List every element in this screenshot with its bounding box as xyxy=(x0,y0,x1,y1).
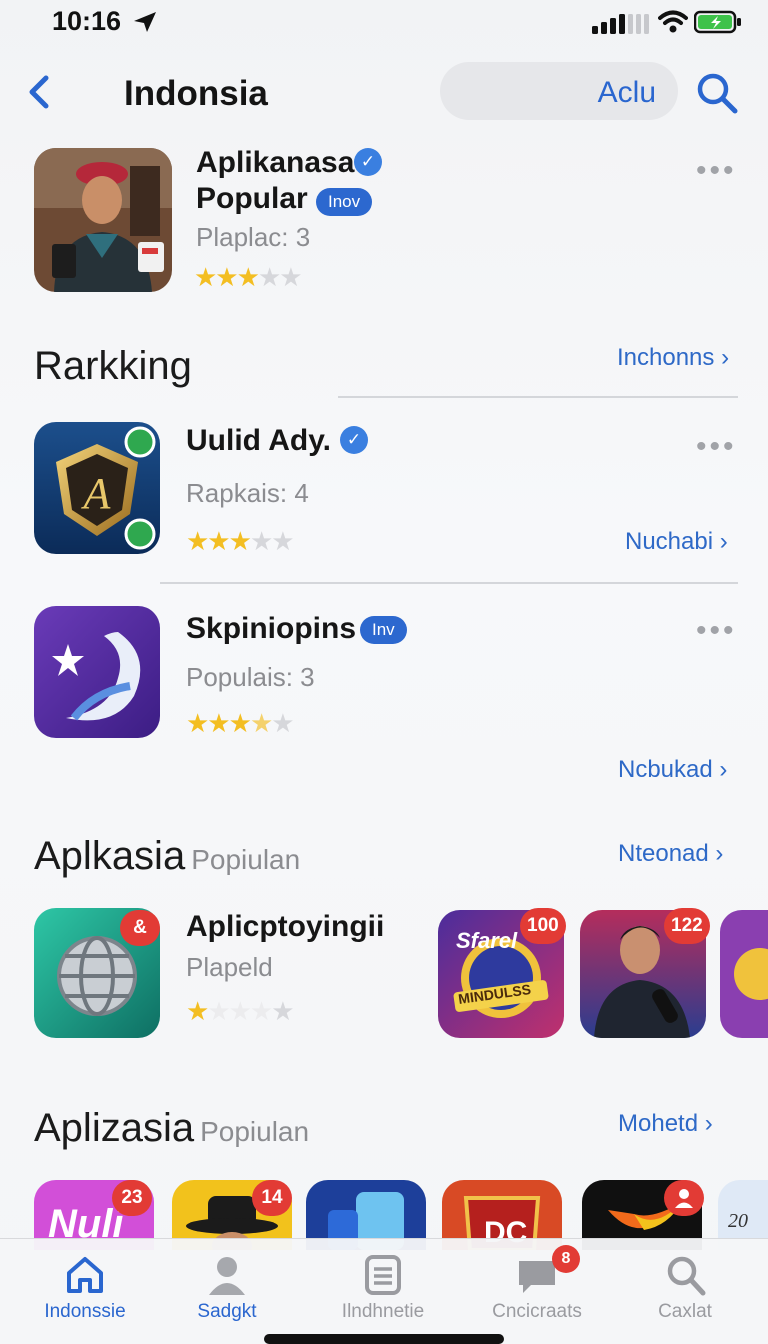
game-app-icon xyxy=(720,910,768,1038)
popular2-tile-1-badge: 23 xyxy=(112,1180,152,1216)
popular2-section-title-text: Aplizasia xyxy=(34,1106,195,1150)
svg-text:A: A xyxy=(81,469,112,518)
popular-tile-3-partial[interactable] xyxy=(720,910,768,1038)
battery-icon xyxy=(694,10,741,34)
featured-app-rating-stars: ★★★★★ xyxy=(194,262,303,292)
popular-app-subtitle: Plapeld xyxy=(186,952,273,982)
popular-app-badge: & xyxy=(120,910,160,946)
popular2-tile-6-art: 20 xyxy=(728,1210,748,1232)
featured-app-icon xyxy=(34,148,172,292)
popular2-section-subtitle: Popiulan xyxy=(200,1116,310,1147)
popular-see-all-link[interactable]: Nteonad › xyxy=(618,840,723,868)
ranking-item-1-link-label: Nuchabi xyxy=(625,528,714,555)
popular-section-subtitle: Popiulan xyxy=(191,844,301,875)
status-bar: 10:16 xyxy=(0,0,768,48)
home-indicator xyxy=(264,1334,504,1344)
tab-search-label: Caxlat xyxy=(658,1301,712,1322)
section-divider xyxy=(338,396,738,398)
tab-home[interactable]: Indonssie xyxy=(10,1249,160,1337)
tab-bar: Indonssie Sadgkt Ilndhnetie 8 Cncicraats… xyxy=(0,1238,768,1344)
popular2-tile-5-badge xyxy=(664,1180,704,1216)
nav-pill-button[interactable]: Aclu xyxy=(440,62,678,120)
nav-bar: Indonsia Aclu xyxy=(0,56,768,128)
tab-person[interactable]: Sadgkt xyxy=(152,1249,302,1337)
tab-chat-badge: 8 xyxy=(552,1245,580,1273)
ranking-item-1-name: Uulid Ady. xyxy=(186,424,331,457)
popular-tile-1-art-line1: Sfarel xyxy=(456,928,518,953)
tab-home-label: Indonssie xyxy=(44,1301,126,1322)
tab-search[interactable]: Caxlat xyxy=(610,1249,760,1337)
more-options-button[interactable]: ••• xyxy=(696,614,737,648)
chevron-right-icon: › xyxy=(719,756,728,783)
popular2-section-title: Aplizasia Popiulan xyxy=(34,1106,309,1151)
ranking-see-all-label: Inchonns xyxy=(617,344,715,371)
verified-icon: ✓ xyxy=(340,426,368,454)
chevron-left-icon xyxy=(29,75,49,109)
tab-chat-label: Cncicraats xyxy=(492,1301,582,1322)
ranking-item-2-name: Skpiniopins xyxy=(186,612,357,645)
ranking-item-2-rating-stars: ★★★★★ xyxy=(186,708,295,738)
status-time: 10:16 xyxy=(52,6,122,36)
ranking-item-2-link-label: Ncbukad xyxy=(618,756,713,783)
ranking-item-1-rating-stars: ★★★★★ xyxy=(186,526,295,556)
featured-app-subtitle: Plaplac: 3 xyxy=(196,222,311,252)
featured-app-tag: Inov xyxy=(316,188,373,216)
chevron-right-icon: › xyxy=(715,840,724,867)
verified-icon: ✓ xyxy=(354,148,382,176)
featured-app-name-line1: Aplikanasa xyxy=(196,146,355,179)
featured-app[interactable]: Aplikanasa ✓ Popular Inov Plaplac: 3 ★★★… xyxy=(34,146,744,298)
popular2-tile-2-badge: 14 xyxy=(252,1180,292,1216)
tab-list-label: Ilndhnetie xyxy=(341,1301,425,1322)
ranking-item-2-tag: Inv xyxy=(360,616,407,644)
ranking-item-1-subtitle: Rapkais: 4 xyxy=(186,478,309,508)
location-arrow-icon xyxy=(134,12,156,32)
ranking-item-2-link[interactable]: Ncbukad › xyxy=(618,756,727,784)
wifi-icon xyxy=(658,10,688,33)
more-options-button[interactable]: ••• xyxy=(696,430,737,464)
popular2-see-all-label: Mohetd xyxy=(618,1110,699,1137)
chevron-right-icon: › xyxy=(704,1110,713,1137)
person-icon xyxy=(675,1189,693,1208)
popular-app-name: Aplicptoyingii xyxy=(186,910,385,943)
popular-tile-2-badge: 122 xyxy=(664,908,710,944)
ranking-item-2-subtitle: Populais: 3 xyxy=(186,662,315,692)
person-photo-icon xyxy=(34,148,172,292)
search-icon xyxy=(667,1256,706,1296)
tab-list[interactable]: Ilndhnetie xyxy=(308,1249,458,1337)
row-divider xyxy=(160,582,738,584)
popular-section-title-text: Aplkasia xyxy=(34,834,186,878)
ranking-section-title: Rarkking xyxy=(34,344,192,388)
ranking-item-1-link[interactable]: Nuchabi › xyxy=(625,528,728,556)
home-icon xyxy=(67,1257,103,1293)
search-button[interactable] xyxy=(694,70,740,116)
page-title: Indonsia xyxy=(124,74,268,113)
tab-chat[interactable]: 8 Cncicraats xyxy=(462,1245,612,1337)
back-button[interactable] xyxy=(22,72,56,112)
cellular-signal-icon xyxy=(592,14,649,34)
ranking-item-2-icon[interactable] xyxy=(34,606,160,738)
popular-tile-1-badge: 100 xyxy=(520,908,566,944)
person-icon xyxy=(209,1257,245,1295)
chevron-right-icon: › xyxy=(721,344,730,371)
shield-app-icon: A xyxy=(34,422,160,554)
popular-section-title: Aplkasia Popiulan xyxy=(34,834,300,879)
more-options-button[interactable]: ••• xyxy=(696,154,737,188)
ranking-see-all-link[interactable]: Inchonns › xyxy=(617,344,729,372)
popular-see-all-label: Nteonad xyxy=(618,840,709,867)
featured-app-name-line2: Popular xyxy=(196,182,308,215)
moon-star-app-icon xyxy=(34,606,160,738)
list-icon xyxy=(365,1255,401,1295)
popular-app-rating-stars: ★★★★★ xyxy=(186,996,295,1026)
popular2-see-all-link[interactable]: Mohetd › xyxy=(618,1110,713,1138)
chevron-right-icon: › xyxy=(719,528,728,555)
tab-person-label: Sadgkt xyxy=(197,1301,257,1322)
ranking-item-1-icon[interactable]: A xyxy=(34,422,160,554)
nav-pill-label: Aclu xyxy=(597,76,656,109)
search-icon xyxy=(697,73,738,114)
